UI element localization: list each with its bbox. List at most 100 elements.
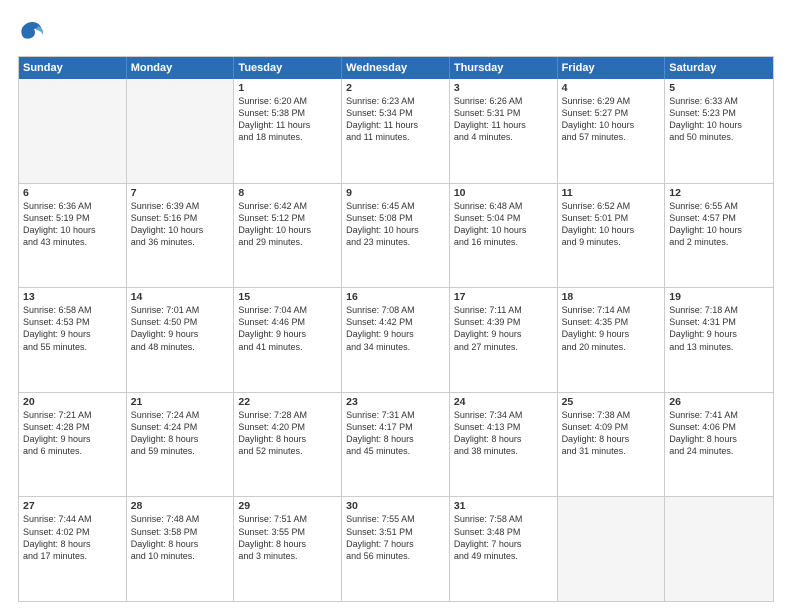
day-info: Sunrise: 7:48 AM Sunset: 3:58 PM Dayligh…	[131, 513, 230, 562]
day-cell-8: 8Sunrise: 6:42 AM Sunset: 5:12 PM Daylig…	[234, 184, 342, 288]
day-cell-14: 14Sunrise: 7:01 AM Sunset: 4:50 PM Dayli…	[127, 288, 235, 392]
calendar-body: 1Sunrise: 6:20 AM Sunset: 5:38 PM Daylig…	[19, 79, 773, 601]
weekday-header-tuesday: Tuesday	[234, 57, 342, 79]
day-number: 11	[562, 187, 661, 199]
day-cell-26: 26Sunrise: 7:41 AM Sunset: 4:06 PM Dayli…	[665, 393, 773, 497]
day-info: Sunrise: 6:52 AM Sunset: 5:01 PM Dayligh…	[562, 200, 661, 249]
weekday-header-monday: Monday	[127, 57, 235, 79]
day-info: Sunrise: 6:42 AM Sunset: 5:12 PM Dayligh…	[238, 200, 337, 249]
weekday-header-friday: Friday	[558, 57, 666, 79]
day-number: 17	[454, 291, 553, 303]
day-cell-7: 7Sunrise: 6:39 AM Sunset: 5:16 PM Daylig…	[127, 184, 235, 288]
day-info: Sunrise: 6:48 AM Sunset: 5:04 PM Dayligh…	[454, 200, 553, 249]
day-info: Sunrise: 6:39 AM Sunset: 5:16 PM Dayligh…	[131, 200, 230, 249]
day-number: 31	[454, 500, 553, 512]
day-cell-21: 21Sunrise: 7:24 AM Sunset: 4:24 PM Dayli…	[127, 393, 235, 497]
day-info: Sunrise: 7:11 AM Sunset: 4:39 PM Dayligh…	[454, 304, 553, 353]
day-number: 21	[131, 396, 230, 408]
day-number: 24	[454, 396, 553, 408]
day-info: Sunrise: 7:14 AM Sunset: 4:35 PM Dayligh…	[562, 304, 661, 353]
day-number: 10	[454, 187, 553, 199]
day-number: 7	[131, 187, 230, 199]
day-cell-1: 1Sunrise: 6:20 AM Sunset: 5:38 PM Daylig…	[234, 79, 342, 183]
weekday-header-wednesday: Wednesday	[342, 57, 450, 79]
day-cell-29: 29Sunrise: 7:51 AM Sunset: 3:55 PM Dayli…	[234, 497, 342, 601]
empty-cell	[558, 497, 666, 601]
weekday-header-saturday: Saturday	[665, 57, 773, 79]
weekday-header-sunday: Sunday	[19, 57, 127, 79]
day-info: Sunrise: 7:18 AM Sunset: 4:31 PM Dayligh…	[669, 304, 769, 353]
day-info: Sunrise: 7:01 AM Sunset: 4:50 PM Dayligh…	[131, 304, 230, 353]
weekday-header-thursday: Thursday	[450, 57, 558, 79]
day-info: Sunrise: 7:08 AM Sunset: 4:42 PM Dayligh…	[346, 304, 445, 353]
calendar: SundayMondayTuesdayWednesdayThursdayFrid…	[18, 56, 774, 602]
logo-icon	[18, 18, 46, 46]
day-number: 5	[669, 82, 769, 94]
empty-cell	[665, 497, 773, 601]
day-number: 22	[238, 396, 337, 408]
day-info: Sunrise: 7:51 AM Sunset: 3:55 PM Dayligh…	[238, 513, 337, 562]
day-number: 18	[562, 291, 661, 303]
day-number: 19	[669, 291, 769, 303]
day-cell-17: 17Sunrise: 7:11 AM Sunset: 4:39 PM Dayli…	[450, 288, 558, 392]
day-cell-30: 30Sunrise: 7:55 AM Sunset: 3:51 PM Dayli…	[342, 497, 450, 601]
day-cell-13: 13Sunrise: 6:58 AM Sunset: 4:53 PM Dayli…	[19, 288, 127, 392]
day-number: 23	[346, 396, 445, 408]
day-number: 6	[23, 187, 122, 199]
day-info: Sunrise: 7:44 AM Sunset: 4:02 PM Dayligh…	[23, 513, 122, 562]
day-cell-27: 27Sunrise: 7:44 AM Sunset: 4:02 PM Dayli…	[19, 497, 127, 601]
day-info: Sunrise: 6:26 AM Sunset: 5:31 PM Dayligh…	[454, 95, 553, 144]
day-cell-20: 20Sunrise: 7:21 AM Sunset: 4:28 PM Dayli…	[19, 393, 127, 497]
day-cell-31: 31Sunrise: 7:58 AM Sunset: 3:48 PM Dayli…	[450, 497, 558, 601]
day-number: 26	[669, 396, 769, 408]
day-info: Sunrise: 6:20 AM Sunset: 5:38 PM Dayligh…	[238, 95, 337, 144]
day-info: Sunrise: 7:58 AM Sunset: 3:48 PM Dayligh…	[454, 513, 553, 562]
day-number: 29	[238, 500, 337, 512]
day-cell-10: 10Sunrise: 6:48 AM Sunset: 5:04 PM Dayli…	[450, 184, 558, 288]
day-cell-9: 9Sunrise: 6:45 AM Sunset: 5:08 PM Daylig…	[342, 184, 450, 288]
day-number: 2	[346, 82, 445, 94]
day-cell-18: 18Sunrise: 7:14 AM Sunset: 4:35 PM Dayli…	[558, 288, 666, 392]
day-info: Sunrise: 7:55 AM Sunset: 3:51 PM Dayligh…	[346, 513, 445, 562]
day-number: 3	[454, 82, 553, 94]
day-info: Sunrise: 7:41 AM Sunset: 4:06 PM Dayligh…	[669, 409, 769, 458]
day-number: 28	[131, 500, 230, 512]
day-info: Sunrise: 6:33 AM Sunset: 5:23 PM Dayligh…	[669, 95, 769, 144]
day-info: Sunrise: 7:31 AM Sunset: 4:17 PM Dayligh…	[346, 409, 445, 458]
day-number: 14	[131, 291, 230, 303]
day-number: 13	[23, 291, 122, 303]
calendar-row-5: 27Sunrise: 7:44 AM Sunset: 4:02 PM Dayli…	[19, 496, 773, 601]
day-info: Sunrise: 6:29 AM Sunset: 5:27 PM Dayligh…	[562, 95, 661, 144]
day-info: Sunrise: 6:58 AM Sunset: 4:53 PM Dayligh…	[23, 304, 122, 353]
day-number: 15	[238, 291, 337, 303]
empty-cell	[19, 79, 127, 183]
day-info: Sunrise: 7:21 AM Sunset: 4:28 PM Dayligh…	[23, 409, 122, 458]
day-number: 30	[346, 500, 445, 512]
day-cell-16: 16Sunrise: 7:08 AM Sunset: 4:42 PM Dayli…	[342, 288, 450, 392]
calendar-row-3: 13Sunrise: 6:58 AM Sunset: 4:53 PM Dayli…	[19, 287, 773, 392]
calendar-row-4: 20Sunrise: 7:21 AM Sunset: 4:28 PM Dayli…	[19, 392, 773, 497]
day-cell-22: 22Sunrise: 7:28 AM Sunset: 4:20 PM Dayli…	[234, 393, 342, 497]
calendar-header: SundayMondayTuesdayWednesdayThursdayFrid…	[19, 57, 773, 79]
day-cell-3: 3Sunrise: 6:26 AM Sunset: 5:31 PM Daylig…	[450, 79, 558, 183]
day-number: 1	[238, 82, 337, 94]
day-info: Sunrise: 6:23 AM Sunset: 5:34 PM Dayligh…	[346, 95, 445, 144]
day-cell-23: 23Sunrise: 7:31 AM Sunset: 4:17 PM Dayli…	[342, 393, 450, 497]
day-number: 20	[23, 396, 122, 408]
day-cell-11: 11Sunrise: 6:52 AM Sunset: 5:01 PM Dayli…	[558, 184, 666, 288]
day-info: Sunrise: 6:55 AM Sunset: 4:57 PM Dayligh…	[669, 200, 769, 249]
day-number: 25	[562, 396, 661, 408]
day-number: 9	[346, 187, 445, 199]
calendar-row-2: 6Sunrise: 6:36 AM Sunset: 5:19 PM Daylig…	[19, 183, 773, 288]
day-info: Sunrise: 7:04 AM Sunset: 4:46 PM Dayligh…	[238, 304, 337, 353]
day-cell-25: 25Sunrise: 7:38 AM Sunset: 4:09 PM Dayli…	[558, 393, 666, 497]
day-cell-19: 19Sunrise: 7:18 AM Sunset: 4:31 PM Dayli…	[665, 288, 773, 392]
calendar-row-1: 1Sunrise: 6:20 AM Sunset: 5:38 PM Daylig…	[19, 79, 773, 183]
day-number: 12	[669, 187, 769, 199]
day-info: Sunrise: 7:34 AM Sunset: 4:13 PM Dayligh…	[454, 409, 553, 458]
day-info: Sunrise: 6:45 AM Sunset: 5:08 PM Dayligh…	[346, 200, 445, 249]
day-cell-5: 5Sunrise: 6:33 AM Sunset: 5:23 PM Daylig…	[665, 79, 773, 183]
day-info: Sunrise: 7:28 AM Sunset: 4:20 PM Dayligh…	[238, 409, 337, 458]
day-info: Sunrise: 7:24 AM Sunset: 4:24 PM Dayligh…	[131, 409, 230, 458]
empty-cell	[127, 79, 235, 183]
